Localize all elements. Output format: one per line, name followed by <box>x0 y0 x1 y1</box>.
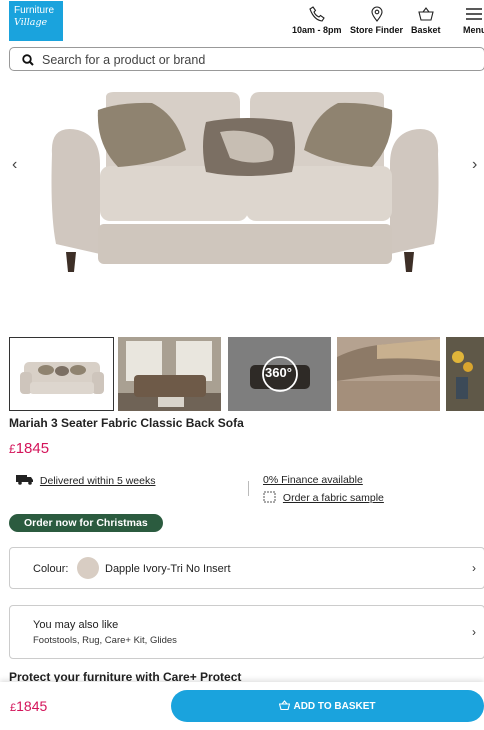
info-divider <box>248 481 249 496</box>
thumbnail-decor-detail[interactable] <box>446 337 484 411</box>
also-like-panel[interactable]: You may also like Footstools, Rug, Care+… <box>9 605 484 659</box>
footer-price: £1845 <box>10 698 47 714</box>
thumbnail-image <box>20 362 104 394</box>
sticky-buy-bar: £1845 ADD TO BASKET <box>0 682 484 730</box>
price-amount: 1845 <box>15 440 50 457</box>
price-currency: £ <box>9 442 16 456</box>
product-main-image[interactable] <box>40 84 450 324</box>
phone-hours-button[interactable]: 10am - 8pm <box>292 6 342 35</box>
search-input[interactable] <box>40 50 444 70</box>
footer-price-amount: 1845 <box>16 698 48 714</box>
finance-link[interactable]: 0% Finance available <box>263 474 363 486</box>
gallery-prev-arrow-icon[interactable]: ‹ <box>12 156 17 174</box>
thumbnail-360-view[interactable]: 360° <box>228 337 331 411</box>
also-like-items: Footstools, Rug, Care+ Kit, Glides <box>33 635 177 646</box>
product-title: Mariah 3 Seater Fabric Classic Back Sofa <box>9 416 244 430</box>
thumbnail-image <box>446 337 484 411</box>
colour-selector[interactable]: Colour: Dapple Ivory-Tri No Insert › <box>9 547 484 589</box>
thumbnail-image <box>118 337 221 411</box>
360-view-label: 360° <box>265 365 292 380</box>
colour-swatch <box>77 557 99 579</box>
location-pin-icon <box>370 6 383 22</box>
site-header: Furniture Village 10am - 8pm Store Finde… <box>0 0 484 44</box>
delivery-truck-icon <box>16 475 33 485</box>
store-finder-label: Store Finder <box>350 25 404 35</box>
thumbnail-room-scene[interactable] <box>118 337 221 411</box>
add-to-basket-button[interactable]: ADD TO BASKET <box>171 690 484 722</box>
fabric-sample-label: Order a fabric sample <box>282 492 384 504</box>
store-finder-button[interactable]: Store Finder <box>350 6 403 35</box>
basket-label: Basket <box>411 25 441 35</box>
menu-button[interactable]: Menu <box>463 6 484 35</box>
delivery-info-link[interactable]: Delivered within 5 weeks <box>16 474 155 487</box>
logo-line-2: Village <box>14 17 48 28</box>
furniture-village-logo[interactable]: Furniture Village <box>9 1 63 41</box>
add-to-basket-label: ADD TO BASKET <box>293 701 376 712</box>
basket-button[interactable]: Basket <box>411 6 441 35</box>
fabric-sample-link[interactable]: Order a fabric sample <box>263 491 384 504</box>
product-price: £1845 <box>9 440 49 457</box>
phone-hours-label: 10am - 8pm <box>292 25 342 35</box>
thumbnail-image <box>337 337 440 411</box>
christmas-order-badge: Order now for Christmas <box>9 514 163 532</box>
colour-value: Dapple Ivory-Tri No Insert <box>105 563 231 575</box>
search-bar <box>9 47 484 71</box>
hamburger-menu-icon <box>466 8 482 20</box>
logo-line-1: Furniture <box>14 5 55 16</box>
fabric-swatch-icon <box>263 491 276 503</box>
menu-label: Menu <box>463 25 484 35</box>
phone-icon <box>309 6 325 22</box>
basket-icon <box>418 7 434 21</box>
also-like-title: You may also like <box>33 619 119 631</box>
thumbnail-strip: 360° <box>9 337 484 411</box>
thumbnail-arm-detail[interactable] <box>337 337 440 411</box>
basket-icon <box>279 700 291 711</box>
colour-label: Colour: <box>33 563 69 575</box>
thumbnail-product-front[interactable] <box>9 337 114 411</box>
delivery-label: Delivered within 5 weeks <box>39 475 156 487</box>
search-icon <box>22 54 34 66</box>
chevron-right-icon: › <box>472 625 476 639</box>
gallery-next-arrow-icon[interactable]: › <box>472 156 477 174</box>
chevron-right-icon: › <box>472 561 476 575</box>
